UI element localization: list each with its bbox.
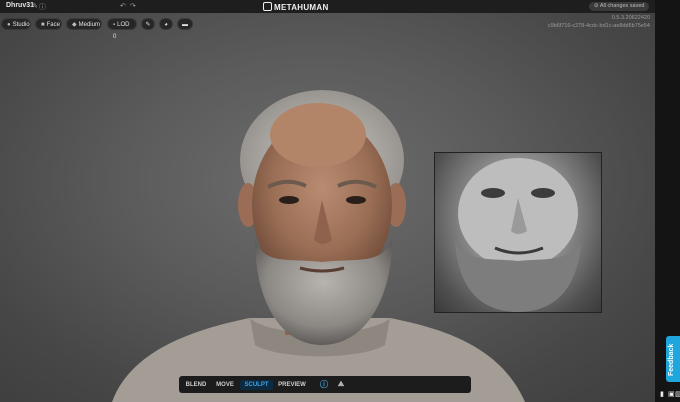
mode-blend-button[interactable]: BLEND [182,380,210,390]
quality-label: Medium [78,22,100,28]
stats-icon[interactable]: ▮ [660,390,664,398]
feedback-label: Feedback [668,343,675,376]
version-label: 0.5.3.20622420 [611,15,650,21]
project-name: Dhruv31 [6,2,35,9]
lod-dropdown[interactable]: ▪ LOD 0 [107,18,137,40]
metahuman-logo: METAHUMAN [263,2,329,12]
brush-tool-button[interactable]: ✎ [141,18,155,30]
palette-button[interactable]: ◕ [159,18,173,30]
save-status-badge: ⊘ All changes saved [589,2,650,11]
reference-portrait [455,158,581,312]
camera-icon: ■ [41,22,45,28]
quality-icon: ◆ [72,22,77,28]
camera-label: Face [46,22,60,28]
camera-dropdown[interactable]: ■ Face [35,18,62,30]
save-status-text: All changes saved [599,3,645,9]
palette-icon: ◕ [164,22,168,28]
undo-icon[interactable]: ↶ [120,2,126,10]
quality-dropdown[interactable]: ◆ Medium [66,18,102,30]
symmetry-icon[interactable]: ⟁ [335,380,347,390]
mode-bar: BLEND MOVE SCULPT PREVIEW ⓘ ⟁ [179,376,471,393]
lighting-dropdown[interactable]: ● Studio [1,18,31,30]
info-icon[interactable]: ⓘ [318,380,330,390]
pin-icon: ● [7,22,11,28]
redo-icon[interactable]: ↷ [130,2,136,10]
feedback-button[interactable]: Feedback [666,336,680,382]
mode-move-button[interactable]: MOVE [212,380,238,390]
info-icon[interactable]: ⓘ [39,2,46,12]
mode-sculpt-button[interactable]: SCULPT [240,380,273,390]
reference-photo [434,152,602,313]
grid-toggle-button[interactable]: ▬ [177,18,193,30]
build-hash-label: c9b6f716-c278-4cdc-bd1c-ae8dd6b75e54 [547,23,650,29]
3d-viewport[interactable]: ● Studio ■ Face ◆ Medium ▪ LOD 0 ✎ ◕ ▬ BLEND… [0,0,655,402]
lighting-label: Studio [12,22,30,28]
edit-name-icon[interactable]: ✎ [32,2,38,10]
lod-icon: ▪ [113,22,116,28]
mode-preview-button[interactable]: PREVIEW [275,380,309,390]
logo-text: METAHUMAN [274,3,329,12]
grid-icon: ▬ [182,22,188,28]
chart-icon[interactable]: ▥ [675,390,680,398]
title-bar: Dhruv31 ✎ ⓘ ↶ ↷ METAHUMAN ⊘ All changes … [0,0,655,13]
layout-icon[interactable]: ▣ [668,390,675,398]
brush-icon: ✎ [145,22,151,28]
logo-mark-icon [263,2,272,11]
